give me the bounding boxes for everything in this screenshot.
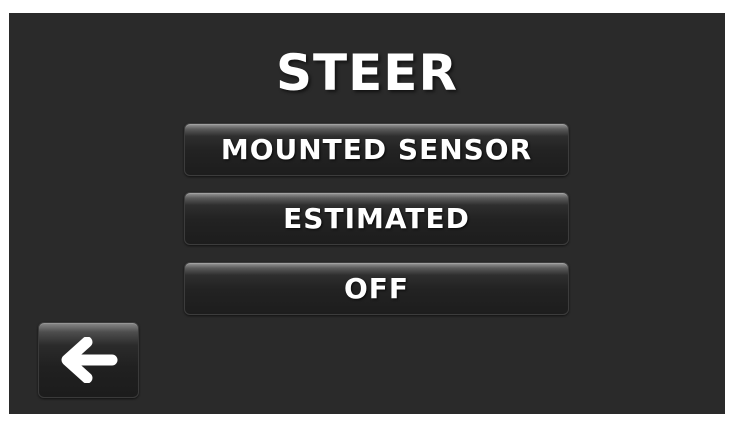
back-button[interactable]	[38, 322, 139, 398]
estimated-button[interactable]: ESTIMATED	[184, 192, 569, 245]
steer-screen: STEER MOUNTED SENSOR ESTIMATED OFF	[9, 13, 725, 414]
off-label: OFF	[343, 272, 410, 305]
off-button[interactable]: OFF	[184, 262, 569, 315]
page-title: STEER	[276, 44, 458, 102]
mounted-sensor-button[interactable]: MOUNTED SENSOR	[184, 123, 569, 176]
mounted-sensor-label: MOUNTED SENSOR	[220, 133, 533, 166]
left-arrow-icon	[60, 337, 118, 383]
estimated-label: ESTIMATED	[283, 202, 470, 235]
